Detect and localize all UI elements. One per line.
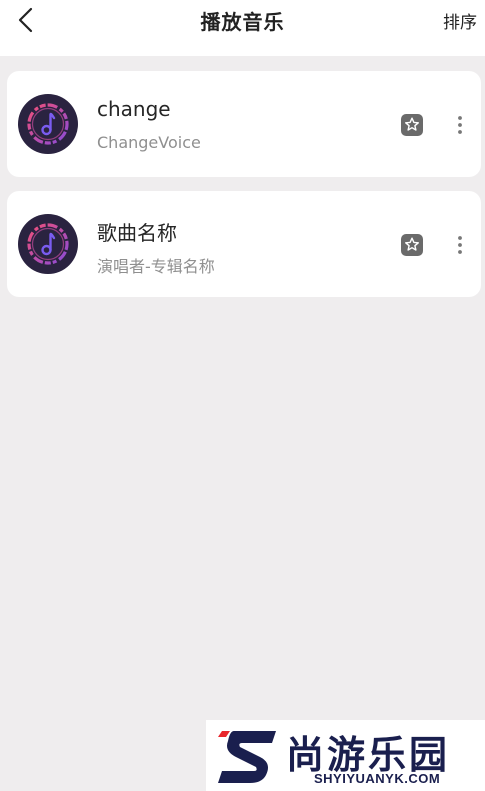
star-icon[interactable] [400,233,424,257]
star-icon[interactable] [400,113,424,137]
more-options-button[interactable] [450,232,470,258]
more-vertical-icon [458,236,462,254]
song-artist: ChangeVoice [97,133,201,152]
sort-button[interactable]: 排序 [443,8,477,33]
song-artist: 演唱者-专辑名称 [97,257,215,276]
watermark-url: SHYIYUANYK.COM [314,771,441,786]
page-title: 播放音乐 [200,10,285,34]
more-options-button[interactable] [450,112,470,138]
music-note-icon [18,94,78,154]
top-bar: 播放音乐 排序 [0,0,485,56]
song-title: 歌曲名称 [97,221,177,245]
song-item[interactable]: change ChangeVoice [7,71,481,177]
song-item[interactable]: 歌曲名称 演唱者-专辑名称 [7,191,481,297]
music-note-icon [18,214,78,274]
more-vertical-icon [458,116,462,134]
song-title: change [97,97,171,121]
watermark: 尚游乐园 SHYIYUANYK.COM [206,720,485,791]
watermark-logo-icon [218,731,276,783]
